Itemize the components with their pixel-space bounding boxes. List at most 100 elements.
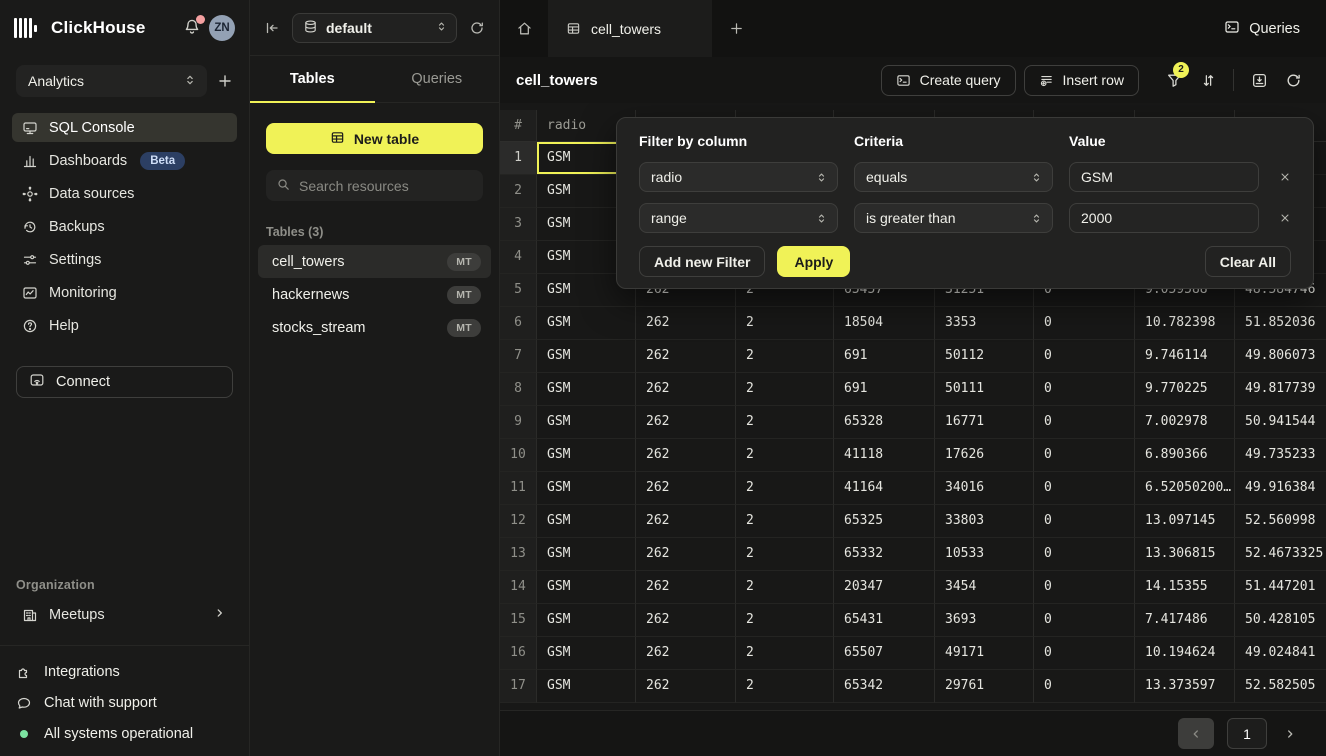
- footer-item-chat-with-support[interactable]: Chat with support: [16, 695, 233, 711]
- table-cell[interactable]: 2: [736, 472, 834, 505]
- table-cell[interactable]: 0: [1034, 472, 1135, 505]
- table-cell[interactable]: 49.916384: [1235, 472, 1326, 505]
- table-cell[interactable]: 10.782398: [1135, 307, 1235, 340]
- table-cell[interactable]: 262: [636, 538, 736, 571]
- insert-row-button[interactable]: Insert row: [1024, 65, 1139, 96]
- table-cell[interactable]: 2: [736, 637, 834, 670]
- previous-page-button[interactable]: [1178, 718, 1214, 749]
- table-cell[interactable]: 13.306815: [1135, 538, 1235, 571]
- table-cell[interactable]: 65342: [834, 670, 935, 703]
- table-cell[interactable]: 65431: [834, 604, 935, 637]
- table-cell[interactable]: 2: [736, 307, 834, 340]
- table-cell[interactable]: GSM: [537, 307, 636, 340]
- sidebar-item-backups[interactable]: Backups: [12, 212, 237, 241]
- table-cell[interactable]: GSM: [537, 373, 636, 406]
- table-cell[interactable]: 41118: [834, 439, 935, 472]
- table-cell[interactable]: 0: [1034, 637, 1135, 670]
- table-cell[interactable]: 51.447201: [1235, 571, 1326, 604]
- table-cell[interactable]: 0: [1034, 406, 1135, 439]
- table-cell[interactable]: 41164: [834, 472, 935, 505]
- table-cell[interactable]: 10533: [935, 538, 1034, 571]
- table-cell[interactable]: 2: [736, 373, 834, 406]
- create-query-button[interactable]: Create query: [881, 65, 1016, 96]
- table-cell[interactable]: GSM: [537, 604, 636, 637]
- table-cell[interactable]: 52.582505: [1235, 670, 1326, 703]
- table-cell[interactable]: 2: [736, 571, 834, 604]
- table-cell[interactable]: 262: [636, 439, 736, 472]
- notifications-bell-icon[interactable]: [183, 18, 201, 39]
- add-new-filter-button[interactable]: Add new Filter: [639, 246, 765, 277]
- filter-column-select[interactable]: radio: [639, 162, 838, 192]
- user-avatar[interactable]: ZN: [209, 15, 235, 41]
- add-workspace-button[interactable]: [217, 73, 233, 89]
- table-cell[interactable]: 18504: [834, 307, 935, 340]
- tab-queries[interactable]: Queries: [375, 56, 500, 102]
- clear-all-filters-button[interactable]: Clear All: [1205, 246, 1291, 277]
- filter-value-input[interactable]: [1069, 162, 1259, 192]
- table-cell[interactable]: 49.024841: [1235, 637, 1326, 670]
- table-cell[interactable]: 0: [1034, 307, 1135, 340]
- remove-filter-icon[interactable]: [1275, 212, 1295, 224]
- sidebar-item-meetups[interactable]: Meetups: [12, 600, 237, 629]
- table-cell[interactable]: 51.852036: [1235, 307, 1326, 340]
- page-number-input[interactable]: 1: [1227, 718, 1267, 749]
- filter-button[interactable]: 2: [1157, 65, 1191, 96]
- table-cell[interactable]: 691: [834, 373, 935, 406]
- table-cell[interactable]: 34016: [935, 472, 1034, 505]
- table-cell[interactable]: GSM: [537, 538, 636, 571]
- table-cell[interactable]: GSM: [537, 670, 636, 703]
- apply-filter-button[interactable]: Apply: [777, 246, 850, 277]
- table-cell[interactable]: 0: [1034, 340, 1135, 373]
- table-cell[interactable]: 0: [1034, 538, 1135, 571]
- table-cell[interactable]: 52.4673325: [1235, 538, 1326, 571]
- table-cell[interactable]: 50.941544: [1235, 406, 1326, 439]
- table-cell[interactable]: 262: [636, 307, 736, 340]
- table-cell[interactable]: 2: [736, 538, 834, 571]
- table-cell[interactable]: 65507: [834, 637, 935, 670]
- table-cell[interactable]: 20347: [834, 571, 935, 604]
- table-list-item-hackernews[interactable]: hackernewsMT: [258, 278, 491, 311]
- table-cell[interactable]: 262: [636, 472, 736, 505]
- table-cell[interactable]: 262: [636, 373, 736, 406]
- table-cell[interactable]: 49171: [935, 637, 1034, 670]
- table-cell[interactable]: 65328: [834, 406, 935, 439]
- table-cell[interactable]: 2: [736, 670, 834, 703]
- new-tab-button[interactable]: [712, 0, 760, 57]
- table-cell[interactable]: 0: [1034, 373, 1135, 406]
- table-cell[interactable]: 0: [1034, 439, 1135, 472]
- table-cell[interactable]: 0: [1034, 670, 1135, 703]
- sidebar-item-help[interactable]: Help: [12, 311, 237, 340]
- filter-criteria-select[interactable]: equals: [854, 162, 1053, 192]
- filter-column-select[interactable]: range: [639, 203, 838, 233]
- sidebar-item-sql-console[interactable]: SQL Console: [12, 113, 237, 142]
- table-cell[interactable]: 9.770225: [1135, 373, 1235, 406]
- table-cell[interactable]: GSM: [537, 406, 636, 439]
- table-cell[interactable]: 7.002978: [1135, 406, 1235, 439]
- table-cell[interactable]: 3454: [935, 571, 1034, 604]
- table-cell[interactable]: GSM: [537, 340, 636, 373]
- next-page-button[interactable]: [1280, 727, 1300, 741]
- table-cell[interactable]: GSM: [537, 505, 636, 538]
- connect-button[interactable]: Connect: [16, 366, 233, 398]
- table-cell[interactable]: GSM: [537, 571, 636, 604]
- filter-criteria-select[interactable]: is greater than: [854, 203, 1053, 233]
- table-cell[interactable]: 50111: [935, 373, 1034, 406]
- table-cell[interactable]: 65325: [834, 505, 935, 538]
- table-cell[interactable]: 262: [636, 406, 736, 439]
- search-input[interactable]: [299, 178, 473, 194]
- table-cell[interactable]: 0: [1034, 571, 1135, 604]
- table-cell[interactable]: 50112: [935, 340, 1034, 373]
- footer-item-integrations[interactable]: Integrations: [16, 664, 233, 680]
- table-cell[interactable]: 49.817739: [1235, 373, 1326, 406]
- table-cell[interactable]: 6.890366: [1135, 439, 1235, 472]
- table-cell[interactable]: 33803: [935, 505, 1034, 538]
- table-cell[interactable]: 262: [636, 670, 736, 703]
- table-cell[interactable]: GSM: [537, 637, 636, 670]
- table-cell[interactable]: 17626: [935, 439, 1034, 472]
- refresh-panel-icon[interactable]: [469, 20, 485, 36]
- table-cell[interactable]: 262: [636, 571, 736, 604]
- tab-tables[interactable]: Tables: [250, 56, 375, 102]
- refresh-table-button[interactable]: [1276, 65, 1310, 96]
- table-cell[interactable]: 2: [736, 439, 834, 472]
- table-cell[interactable]: 0: [1034, 505, 1135, 538]
